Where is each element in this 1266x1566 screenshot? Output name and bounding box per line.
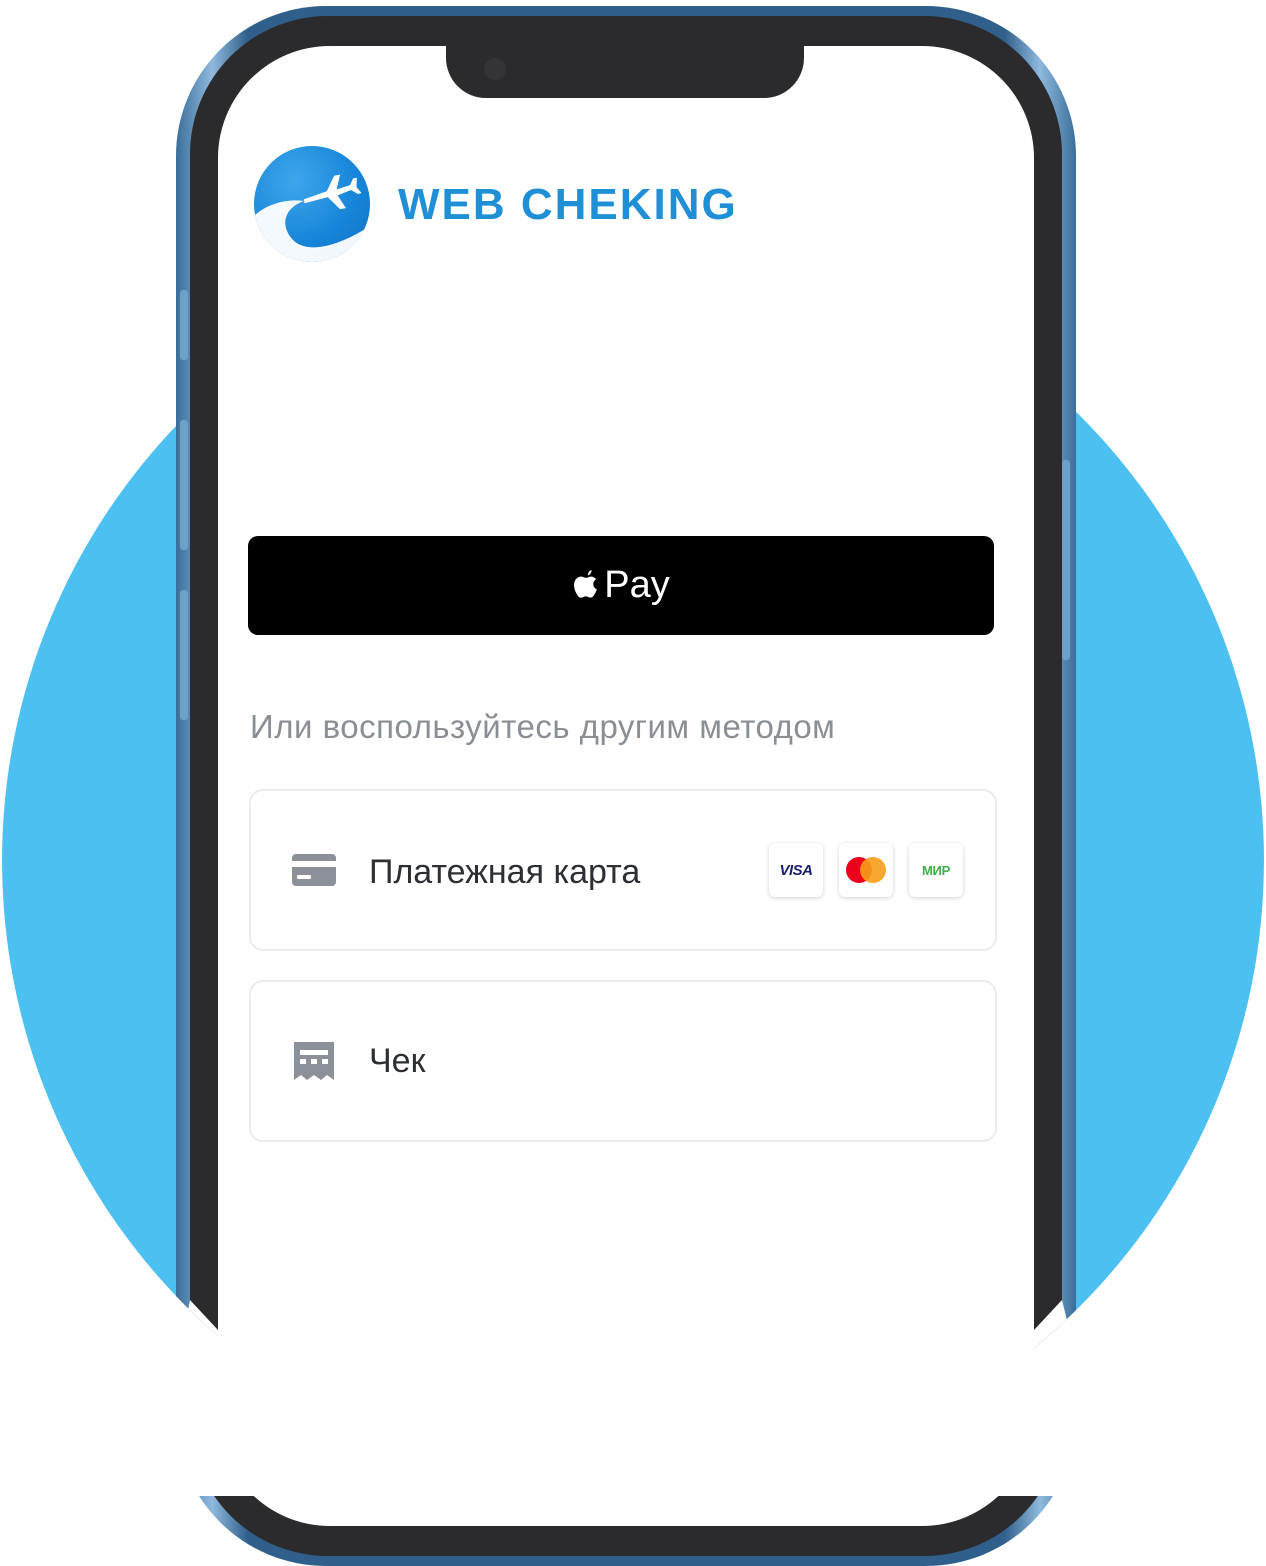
lower-screen-wash (150, 1300, 1110, 1492)
